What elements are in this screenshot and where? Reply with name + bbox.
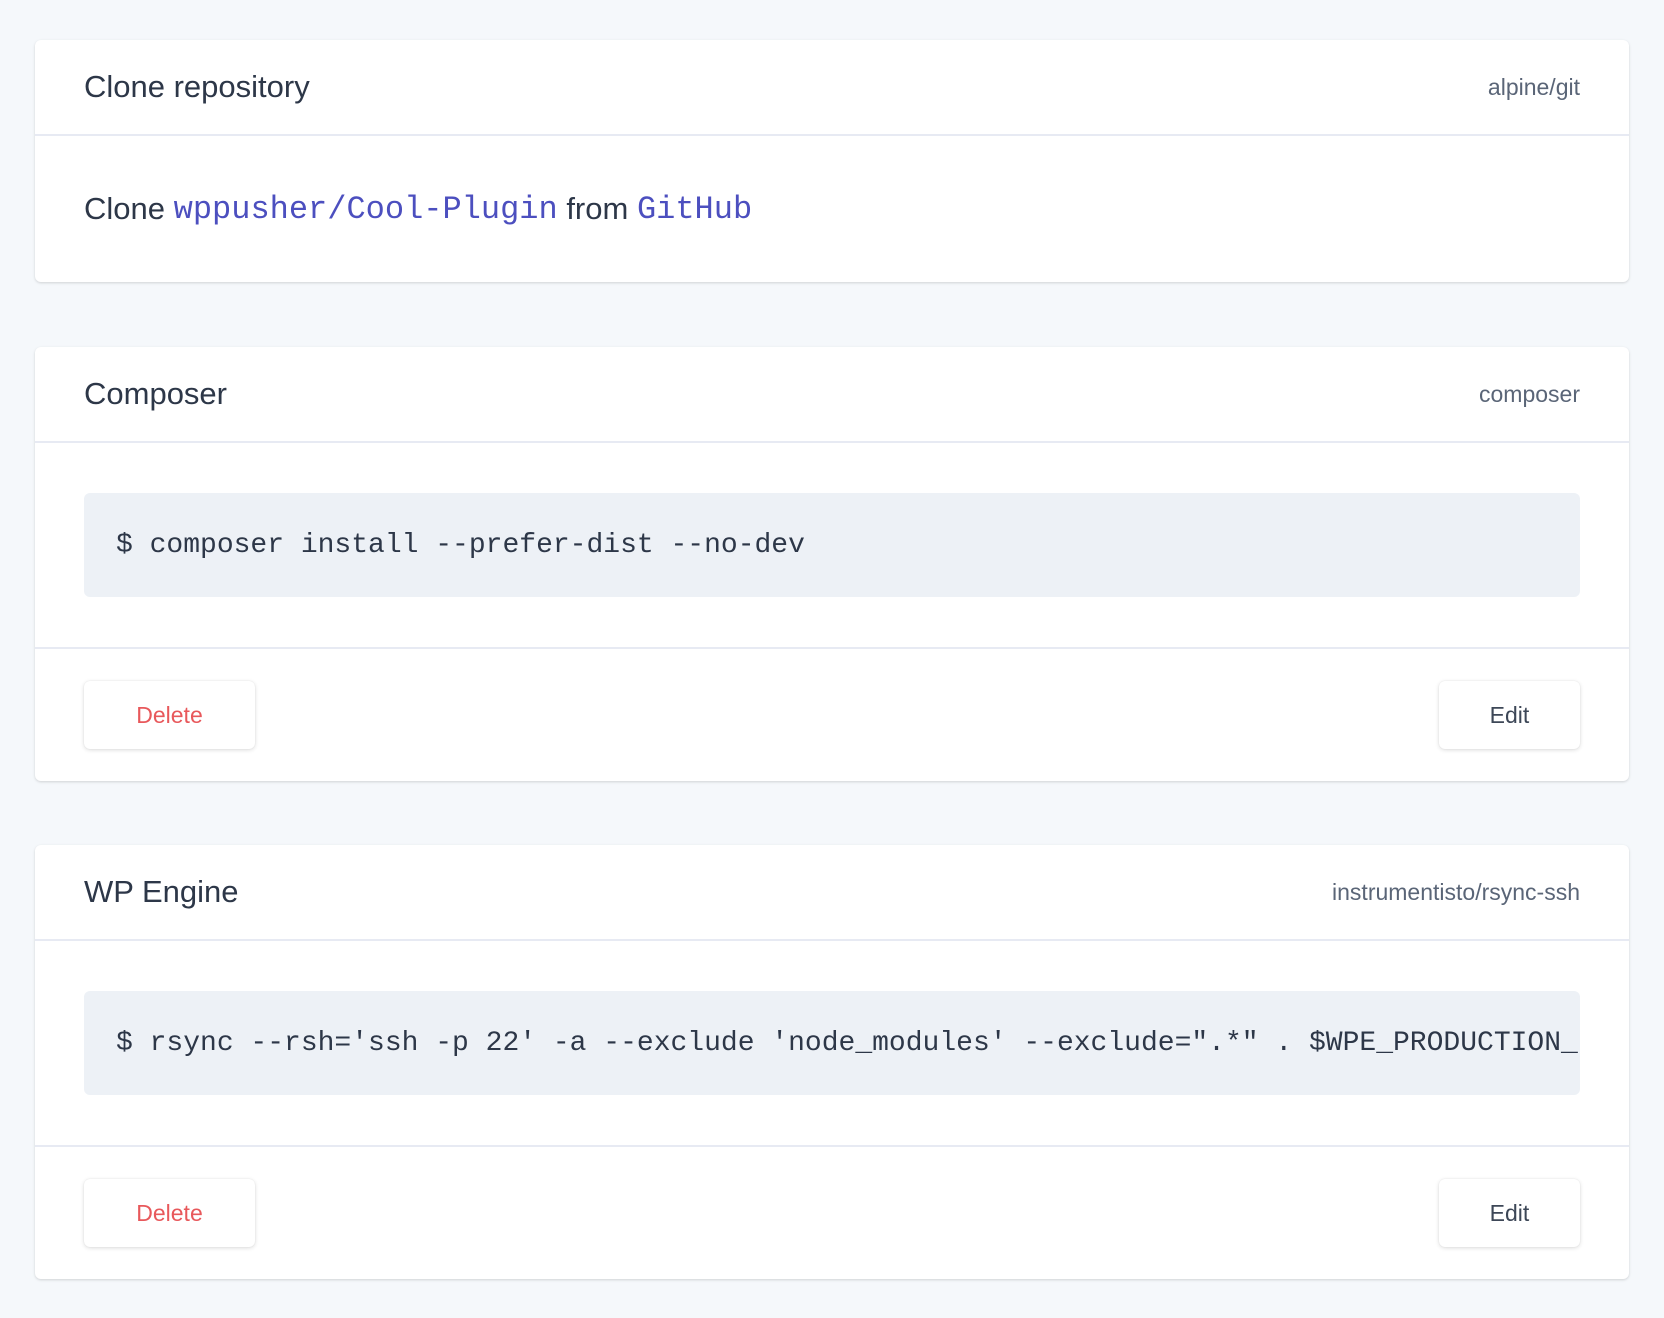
step-footer: Delete Edit — [35, 1147, 1629, 1279]
step-image-name: instrumentisto/rsync-ssh — [1332, 878, 1580, 905]
delete-button[interactable]: Delete — [84, 681, 255, 749]
step-command-section: $ composer install --prefer-dist --no-de… — [35, 443, 1629, 649]
step-image-name: alpine/git — [1487, 73, 1580, 100]
command-code-block: $ composer install --prefer-dist --no-de… — [84, 493, 1580, 597]
delete-button[interactable]: Delete — [84, 1179, 255, 1247]
step-card-wp-engine: WP Engine instrumentisto/rsync-ssh $ rsy… — [35, 845, 1629, 1279]
repository-link[interactable]: wppusher/Cool-Plugin — [174, 191, 558, 228]
step-header: Composer composer — [35, 347, 1629, 443]
step-title: Composer — [84, 376, 227, 411]
edit-button[interactable]: Edit — [1439, 681, 1580, 749]
step-image-name: composer — [1479, 380, 1580, 407]
step-header: WP Engine instrumentisto/rsync-ssh — [35, 845, 1629, 941]
step-card-composer: Composer composer $ composer install --p… — [35, 347, 1629, 781]
step-header: Clone repository alpine/git — [35, 40, 1629, 136]
edit-button[interactable]: Edit — [1439, 1179, 1580, 1247]
step-description: Clone wppusher/Cool-Plugin from GitHub — [35, 136, 1629, 282]
step-title: WP Engine — [84, 874, 239, 909]
clone-prefix-text: Clone — [84, 191, 165, 226]
command-code-block: $ rsync --rsh='ssh -p 22' -a --exclude '… — [84, 991, 1580, 1095]
step-card-clone: Clone repository alpine/git Clone wppush… — [35, 40, 1629, 282]
step-command-section: $ rsync --rsh='ssh -p 22' -a --exclude '… — [35, 941, 1629, 1147]
clone-middle-text: from — [566, 191, 629, 226]
step-footer: Delete Edit — [35, 649, 1629, 781]
step-title: Clone repository — [84, 69, 310, 104]
provider-link[interactable]: GitHub — [637, 191, 752, 228]
